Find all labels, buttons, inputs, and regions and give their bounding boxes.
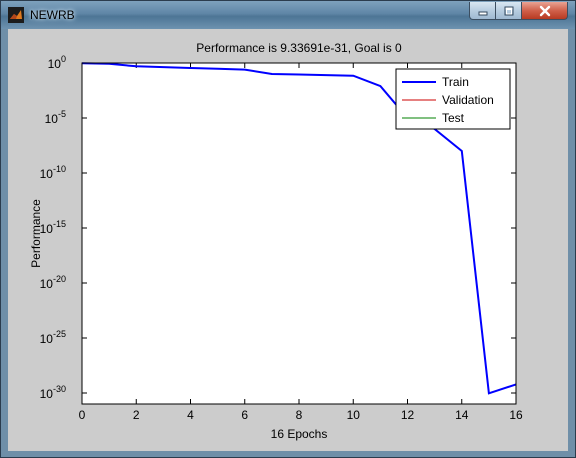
x-tick-label: 16 bbox=[509, 408, 523, 422]
y-tick-exponent: -20 bbox=[53, 274, 66, 284]
x-tick-label: 12 bbox=[401, 408, 415, 422]
y-tick-exponent: -30 bbox=[53, 384, 66, 394]
y-tick-exponent: -25 bbox=[53, 329, 66, 339]
close-icon bbox=[539, 5, 550, 16]
y-tick-label: 10-5 bbox=[45, 109, 66, 126]
y-tick-base: 10 bbox=[48, 57, 62, 71]
y-tick-base: 10 bbox=[40, 387, 54, 401]
legend-label-validation: Validation bbox=[442, 93, 494, 107]
figure-area: Performance is 9.33691e-31, Goal is 0 0 2… bbox=[8, 29, 568, 451]
x-tick-label: 4 bbox=[187, 408, 194, 422]
legend-label-train: Train bbox=[442, 75, 469, 89]
x-tick-label: 14 bbox=[455, 408, 469, 422]
y-tick-label: 100 bbox=[48, 54, 66, 71]
figure-window: NEWRB Performance is 9.33691e-31, Goal i… bbox=[0, 0, 576, 458]
legend[interactable]: Train Validation Test bbox=[395, 68, 511, 130]
maximize-icon bbox=[504, 6, 513, 15]
y-tick-exponent: -10 bbox=[53, 164, 66, 174]
x-tick-label: 6 bbox=[241, 408, 248, 422]
title-bar[interactable]: NEWRB bbox=[1, 1, 575, 29]
y-tick-exponent: 0 bbox=[61, 54, 66, 64]
x-tick-label: 10 bbox=[347, 408, 361, 422]
x-tick-label: 2 bbox=[133, 408, 140, 422]
close-button[interactable] bbox=[521, 2, 568, 20]
minimize-button[interactable] bbox=[469, 2, 496, 20]
chart-title: Performance is 9.33691e-31, Goal is 0 bbox=[196, 41, 402, 55]
x-axis-label: 16 Epochs bbox=[271, 427, 328, 441]
performance-chart: Performance is 9.33691e-31, Goal is 0 0 2… bbox=[29, 41, 523, 441]
y-tick-label: 10-10 bbox=[40, 164, 66, 181]
y-tick-base: 10 bbox=[45, 112, 59, 126]
y-tick-base: 10 bbox=[40, 332, 54, 346]
window-title: NEWRB bbox=[30, 8, 75, 22]
minimize-icon bbox=[478, 11, 487, 15]
y-tick-label: 10-30 bbox=[40, 384, 66, 401]
matlab-icon bbox=[8, 7, 24, 23]
legend-label-test: Test bbox=[442, 111, 465, 125]
y-axis-label: Performance bbox=[29, 199, 43, 268]
y-tick-base: 10 bbox=[40, 277, 54, 291]
maximize-button[interactable] bbox=[495, 2, 522, 20]
y-tick-exponent: -15 bbox=[53, 219, 66, 229]
x-tick-label: 0 bbox=[79, 408, 86, 422]
x-tick-label: 8 bbox=[296, 408, 303, 422]
y-tick-label: 10-25 bbox=[40, 329, 66, 346]
y-tick-label: 10-20 bbox=[40, 274, 66, 291]
y-tick-exponent: -5 bbox=[58, 109, 66, 119]
y-tick-label: 10-15 bbox=[40, 219, 66, 236]
y-tick-base: 10 bbox=[40, 167, 54, 181]
